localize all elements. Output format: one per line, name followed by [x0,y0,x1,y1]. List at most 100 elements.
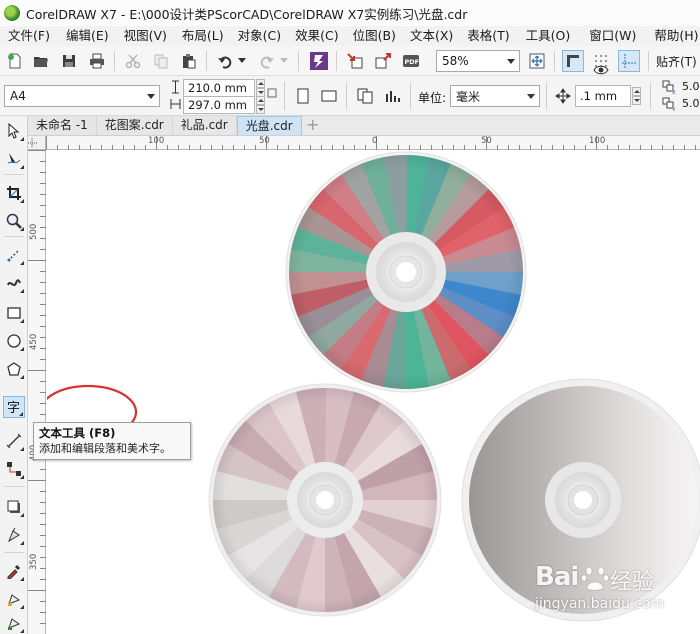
svg-text:y: y [672,106,676,111]
svg-text:x: x [672,89,676,94]
page-width-input[interactable]: 210.0 mm [183,79,255,97]
menu-tools[interactable]: 工具(O) [522,26,575,46]
new-document-icon[interactable] [4,50,26,72]
freehand-tool-icon[interactable] [3,244,25,266]
lock-ratio-icon[interactable] [266,87,278,99]
units-combo[interactable]: 毫米 [450,85,540,107]
paste-icon[interactable] [178,50,200,72]
ruler-origin[interactable] [28,136,46,150]
ruler-label: 100 [148,136,165,146]
svg-text:PDF: PDF [405,58,420,66]
page-width-spinner[interactable] [256,79,265,97]
landscape-orientation-icon[interactable] [318,85,340,107]
interactive-fill-tool-icon[interactable] [3,588,25,610]
artistic-media-tool-icon[interactable] [3,272,25,294]
page-height-input[interactable]: 297.0 mm [183,96,255,114]
redo-dropdown-icon[interactable] [278,50,290,72]
menu-help[interactable]: 帮助(H) [650,26,700,46]
tab-untitled[interactable]: 未命名 -1 [28,116,97,135]
toolbox: 字 [0,116,28,634]
undo-dropdown-icon[interactable] [236,50,248,72]
open-folder-icon[interactable] [30,50,52,72]
ruler-label: 500 [29,223,39,240]
ruler-label: 100 [589,136,606,146]
cd-disc-colorful[interactable] [285,151,527,393]
page-height-spinner[interactable] [256,96,265,114]
parallel-dimension-tool-icon[interactable] [3,430,25,452]
standard-toolbar: PDF 58% 贴齐(T) [0,46,700,76]
zoom-tool-icon[interactable] [3,210,25,232]
all-pages-icon[interactable] [354,85,376,107]
menu-table[interactable]: 表格(T) [463,26,513,46]
connector-tool-icon[interactable] [3,458,25,480]
print-icon[interactable] [86,50,108,72]
search-content-icon[interactable] [308,50,330,72]
watermark-brand-suffix: 经验 [610,570,655,595]
menu-bar: 文件(F) 编辑(E) 视图(V) 布局(L) 对象(C) 效果(C) 位图(B… [0,26,700,46]
property-bar: A4 210.0 mm 297.0 mm 单位: 毫米 .1 mm x 5.0 [0,76,700,116]
ellipse-tool-icon[interactable] [3,330,25,352]
current-page-icon[interactable] [382,85,404,107]
ruler-label: 50 [259,136,270,146]
zoom-to-page-icon[interactable] [526,50,548,72]
text-tool-icon[interactable]: 字 [3,396,25,418]
pick-tool-icon[interactable] [3,120,25,142]
menu-layout[interactable]: 布局(L) [178,26,228,46]
horizontal-ruler[interactable]: 100 50 0 50 100 [46,136,700,150]
baidu-watermark: Bai 经验 jingyan.baidu.com [535,560,695,630]
menu-effects[interactable]: 效果(C) [291,26,342,46]
width-icon [170,80,181,94]
cd-disc-pink[interactable] [208,383,442,617]
tab-gift[interactable]: 礼品.cdr [172,116,237,135]
menu-edit[interactable]: 编辑(E) [62,26,113,46]
menu-object[interactable]: 对象(C) [234,26,285,46]
page-size-combo[interactable]: A4 [4,85,160,107]
portrait-orientation-icon[interactable] [292,85,314,107]
eyedropper-tool-icon[interactable] [3,560,25,582]
zoom-level-value: 58% [442,54,469,68]
duplicate-x-value[interactable]: 5.0 [682,80,700,93]
export-icon[interactable] [372,50,394,72]
transparency-tool-icon[interactable] [3,524,25,546]
menu-file[interactable]: 文件(F) [4,26,54,46]
rectangle-tool-icon[interactable] [3,302,25,324]
ruler-label: 0 [372,136,378,146]
nudge-distance-spinner[interactable] [632,87,641,105]
new-tab-button[interactable]: + [304,117,322,135]
show-rulers-icon[interactable] [562,50,584,72]
crop-tool-icon[interactable] [3,182,25,204]
duplicate-y-value[interactable]: 5.0 [682,97,700,110]
tab-flower-pattern[interactable]: 花图案.cdr [96,116,173,135]
zoom-level-combo[interactable]: 58% [436,50,520,72]
undo-icon[interactable] [214,50,236,72]
tool-tooltip: 文本工具 (F8) 添加和编辑段落和美术字。 [33,422,191,460]
drop-shadow-tool-icon[interactable] [3,496,25,518]
import-icon[interactable] [344,50,366,72]
tooltip-description: 添加和编辑段落和美术字。 [39,442,171,455]
menu-text[interactable]: 文本(X) [406,26,457,46]
shape-tool-icon[interactable] [3,148,25,170]
publish-pdf-icon[interactable]: PDF [400,50,422,72]
menu-window[interactable]: 窗口(W) [585,26,640,46]
watermark-brand: Bai [535,562,579,592]
show-guidelines-icon[interactable] [618,50,640,72]
redo-icon[interactable] [256,50,278,72]
page-size-value: A4 [10,89,26,103]
cut-icon[interactable] [122,50,144,72]
vertical-ruler[interactable]: 500 450 400 350 [28,150,46,634]
coreldraw-app-icon [4,5,20,21]
title-bar: CorelDRAW X7 - E:\000设计类PScorCAD\CorelDR… [0,0,700,26]
menu-bitmaps[interactable]: 位图(B) [349,26,400,46]
nudge-distance-input[interactable]: .1 mm [575,85,631,107]
menu-view[interactable]: 视图(V) [120,26,171,46]
tab-disc[interactable]: 光盘.cdr [236,116,302,135]
save-icon[interactable] [58,50,80,72]
copy-icon[interactable] [150,50,172,72]
smart-fill-tool-icon[interactable] [3,612,25,634]
document-tabs: 未命名 -1 花图案.cdr 礼品.cdr 光盘.cdr + [28,116,700,136]
snap-to-menu[interactable]: 贴齐(T) [656,53,697,70]
ruler-label: 450 [29,333,39,350]
paw-logo-icon [581,566,609,591]
window-title: CorelDRAW X7 - E:\000设计类PScorCAD\CorelDR… [26,6,468,22]
polygon-tool-icon[interactable] [3,358,25,380]
